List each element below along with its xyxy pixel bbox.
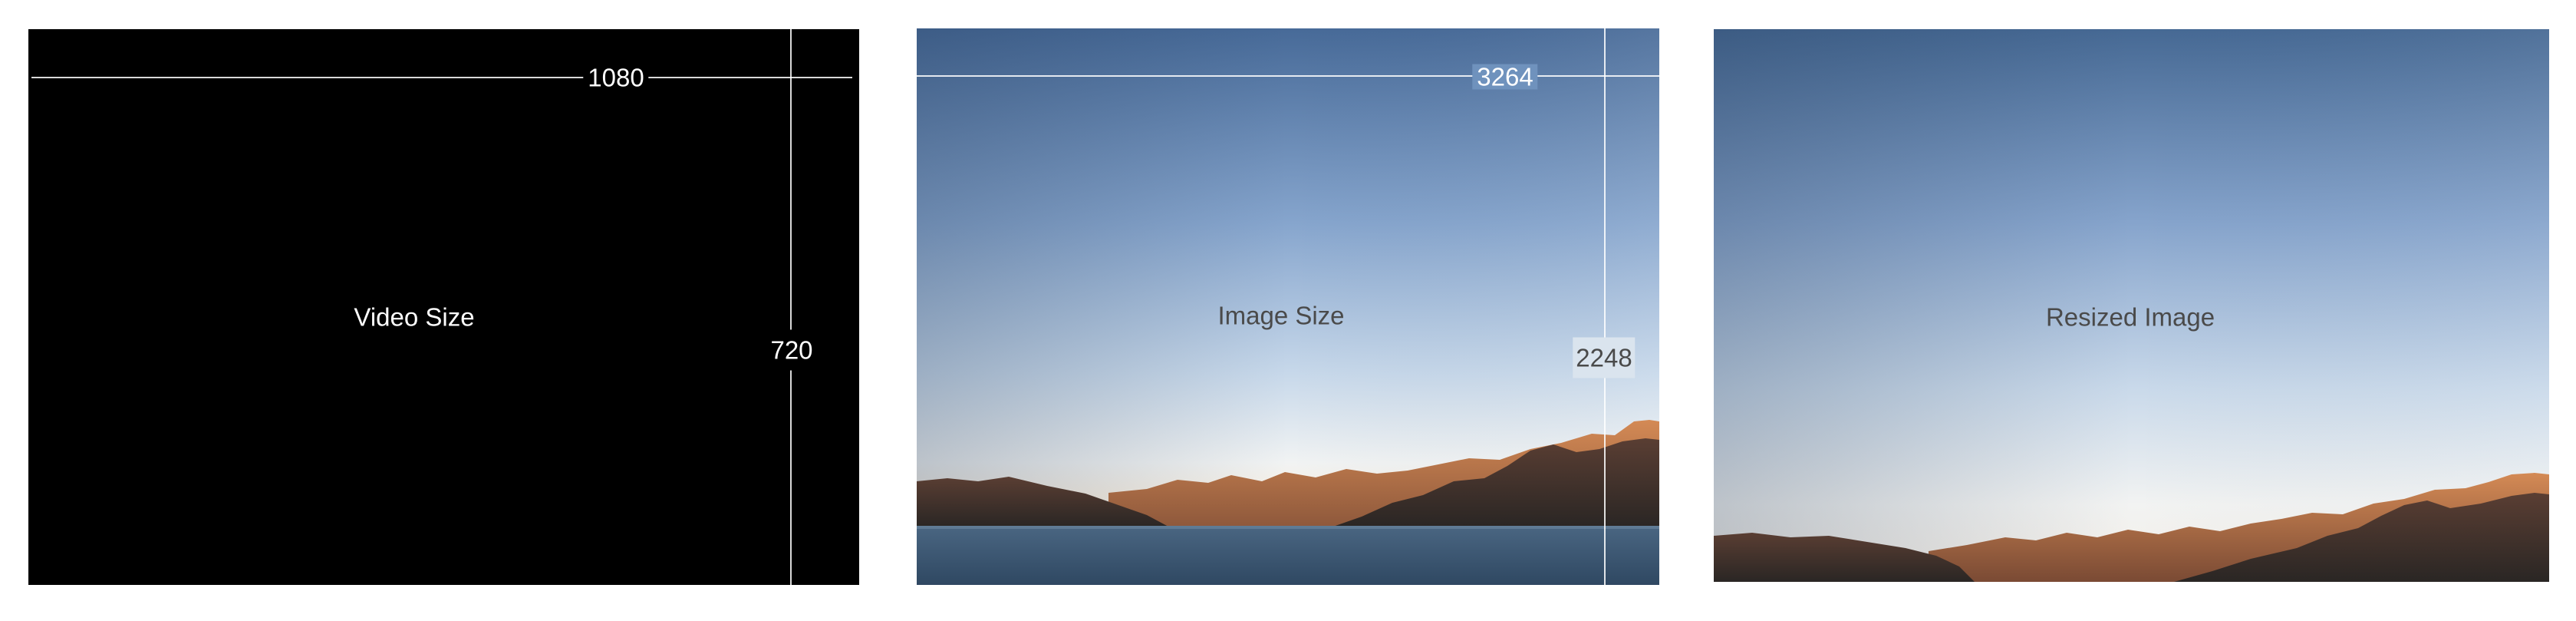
resized-image-panel: Resized Image: [1714, 29, 2549, 582]
image-height-guide-line: [1604, 28, 1606, 585]
image-width-guide-line: [917, 75, 1659, 77]
resized-image-title: Resized Image: [2045, 302, 2215, 332]
video-size-title: Video Size: [354, 302, 475, 332]
image-height-label: 2248: [1573, 337, 1636, 378]
video-size-panel: 1080 720 Video Size: [28, 29, 859, 585]
video-height-guide-line: [790, 29, 792, 585]
image-width-label: 3264: [1472, 64, 1538, 90]
image-size-title: Image Size: [1217, 301, 1345, 330]
lake: [917, 526, 1659, 585]
image-size-panel: 3264 2248 Image Size: [917, 28, 1659, 585]
comparison-diagram: 1080 720 Video Size 3264 2248 Image Size…: [0, 0, 2576, 621]
video-width-guide-line: [31, 77, 852, 78]
video-width-label: 1080: [583, 64, 649, 91]
video-height-label: 720: [766, 329, 818, 371]
